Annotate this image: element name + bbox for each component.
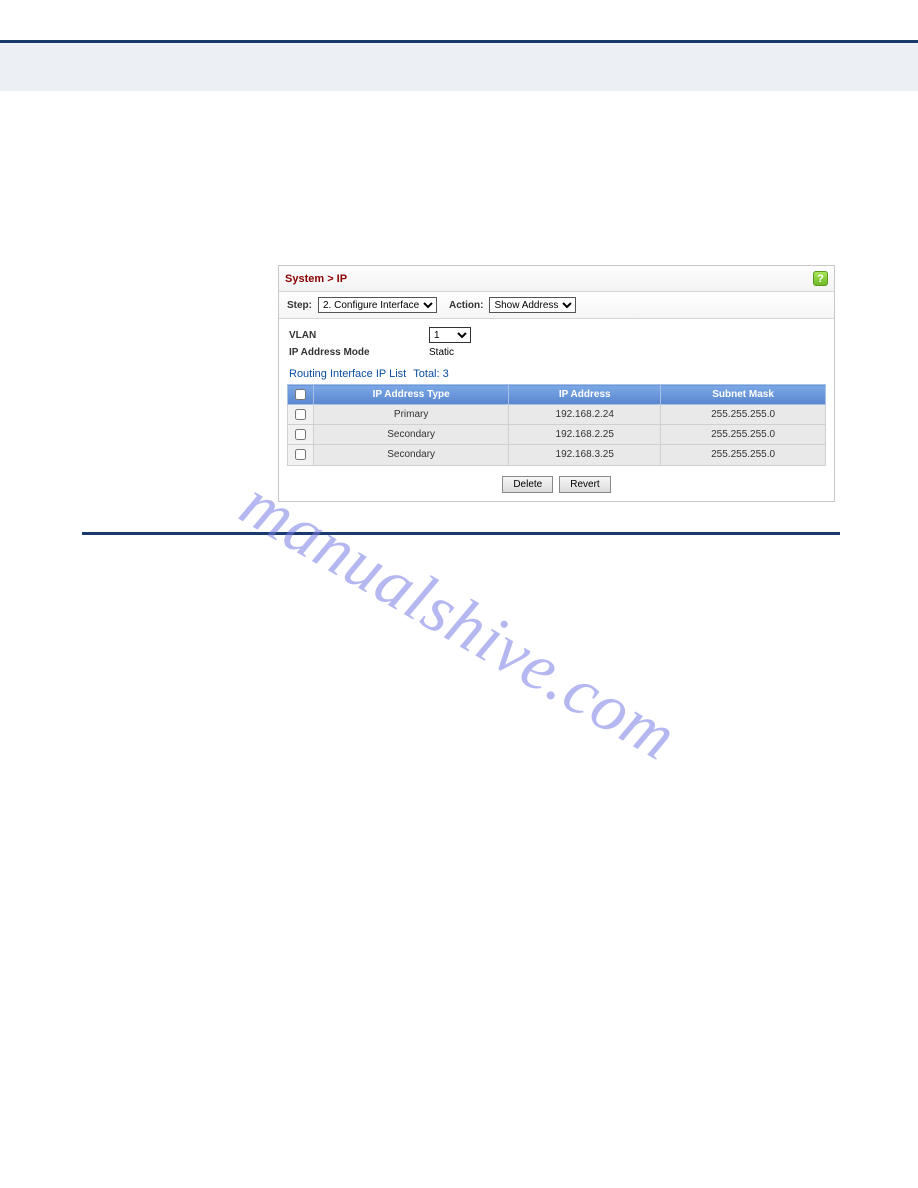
step-label: Step:: [287, 300, 312, 311]
cell-ip: 192.168.3.25: [509, 445, 661, 465]
list-title-text: Routing Interface IP List: [289, 368, 406, 380]
select-all-header: [288, 385, 314, 405]
row-checkbox[interactable]: [295, 409, 306, 420]
breadcrumb: System > IP: [285, 273, 347, 285]
vlan-label: VLAN: [289, 330, 429, 341]
cell-mask: 255.255.255.0: [661, 405, 826, 425]
config-panel: System > IP ? Step: 2. Configure Interfa…: [278, 265, 835, 502]
table-row: Secondary 192.168.3.25 255.255.255.0: [288, 445, 826, 465]
panel-header: System > IP ?: [279, 266, 834, 292]
cell-type: Primary: [314, 405, 509, 425]
ip-mode-row: IP Address Mode Static: [289, 347, 824, 358]
step-select[interactable]: 2. Configure Interface: [318, 297, 437, 313]
col-ip: IP Address: [509, 385, 661, 405]
watermark-text: manualshive.com: [228, 464, 691, 777]
cell-type: Secondary: [314, 425, 509, 445]
form-area: VLAN 1 IP Address Mode Static: [279, 319, 834, 368]
ip-mode-label: IP Address Mode: [289, 347, 429, 358]
ip-list-table: IP Address Type IP Address Subnet Mask P…: [287, 384, 826, 466]
cell-ip: 192.168.2.25: [509, 425, 661, 445]
vlan-row: VLAN 1: [289, 327, 824, 343]
header-band: [0, 43, 918, 91]
section-rule: [82, 532, 840, 535]
table-row: Secondary 192.168.2.25 255.255.255.0: [288, 425, 826, 445]
ip-mode-value: Static: [429, 347, 454, 358]
action-select[interactable]: Show Address: [489, 297, 576, 313]
cell-ip: 192.168.2.24: [509, 405, 661, 425]
row-checkbox[interactable]: [295, 429, 306, 440]
cell-type: Secondary: [314, 445, 509, 465]
list-total: Total: 3: [413, 368, 448, 380]
vlan-select[interactable]: 1: [429, 327, 471, 343]
revert-button[interactable]: Revert: [559, 476, 610, 493]
cell-mask: 255.255.255.0: [661, 425, 826, 445]
step-action-row: Step: 2. Configure Interface Action: Sho…: [279, 292, 834, 319]
col-mask: Subnet Mask: [661, 385, 826, 405]
table-row: Primary 192.168.2.24 255.255.255.0: [288, 405, 826, 425]
col-type: IP Address Type: [314, 385, 509, 405]
action-label: Action:: [449, 300, 483, 311]
button-row: Delete Revert: [279, 466, 834, 501]
help-icon[interactable]: ?: [813, 271, 828, 286]
row-checkbox[interactable]: [295, 449, 306, 460]
list-title: Routing Interface IP List Total: 3: [279, 368, 834, 384]
select-all-checkbox[interactable]: [295, 389, 306, 400]
cell-mask: 255.255.255.0: [661, 445, 826, 465]
delete-button[interactable]: Delete: [502, 476, 553, 493]
